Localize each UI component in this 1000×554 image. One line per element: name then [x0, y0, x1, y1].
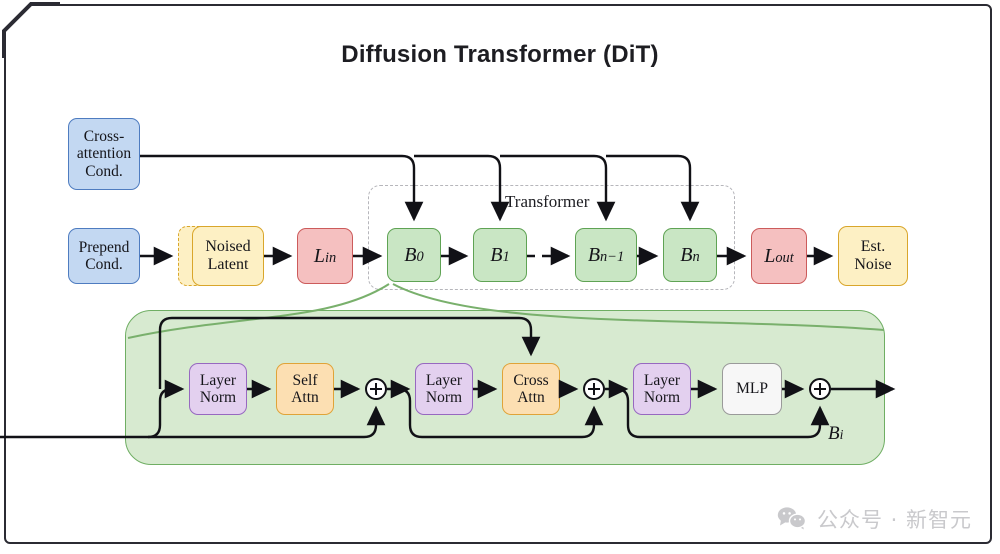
cross-attn-line2: Attn — [517, 389, 545, 406]
node-residual-add-2 — [583, 378, 605, 400]
cross-attention-cond-line1: Cross- — [83, 127, 125, 145]
watermark-text: 公众号 · 新智元 — [816, 508, 972, 532]
node-cross-attention-cond[interactable]: Cross- attention Cond. — [68, 118, 140, 190]
node-layer-norm-3[interactable]: Layer Norm — [633, 363, 691, 415]
watermark: 公众号 · 新智元 — [777, 504, 972, 534]
node-residual-add-1 — [365, 378, 387, 400]
cross-attention-cond-line2: attention — [76, 145, 132, 163]
layer-norm-1-line1: Layer — [199, 371, 237, 389]
layer-norm-3-line2: Norm — [643, 389, 681, 406]
diagram-canvas: Diffusion Transformer (DiT) Cross- atten… — [0, 0, 1000, 554]
block-bn-minus-1-label: Bn−1 — [587, 243, 625, 266]
self-attn-line2: Attn — [291, 389, 319, 406]
transformer-group-label: Transformer — [505, 192, 590, 211]
node-layer-norm-1[interactable]: Layer Norm — [189, 363, 247, 415]
cross-attn-line1: Cross — [513, 371, 549, 389]
node-block-b1[interactable]: B1 — [473, 228, 527, 282]
layer-norm-2-line2: Norm — [425, 389, 463, 406]
node-noised-latent[interactable]: Noised Latent — [192, 226, 264, 286]
l-in-label: Lin — [313, 244, 337, 267]
block-b1-label: B1 — [490, 243, 510, 266]
est-noise-line1: Est. — [860, 238, 886, 256]
wechat-icon — [777, 507, 807, 532]
node-layer-norm-2[interactable]: Layer Norm — [415, 363, 473, 415]
node-block-bn[interactable]: Bn — [663, 228, 717, 282]
noised-latent-line1: Noised — [205, 238, 251, 256]
layer-norm-1-line2: Norm — [199, 389, 237, 406]
cross-attention-cond-line3: Cond. — [85, 162, 123, 180]
node-l-out[interactable]: Lout — [751, 228, 807, 284]
node-block-bn-minus-1[interactable]: Bn−1 — [575, 228, 637, 282]
est-noise-line2: Noise — [854, 256, 892, 273]
node-mlp[interactable]: MLP — [722, 363, 782, 415]
page-title: Diffusion Transformer (DiT) — [341, 41, 659, 68]
self-attn-line1: Self — [292, 371, 318, 389]
node-prepend-cond[interactable]: Prepend Cond. — [68, 228, 140, 284]
prepend-cond-line2: Cond. — [85, 256, 123, 273]
node-est-noise[interactable]: Est. Noise — [838, 226, 908, 286]
block-bn-label: Bn — [680, 243, 700, 266]
node-residual-add-3 — [809, 378, 831, 400]
node-block-b0[interactable]: B0 — [387, 228, 441, 282]
layer-norm-2-line1: Layer — [425, 371, 463, 389]
l-out-label: Lout — [764, 244, 794, 267]
mlp-label: MLP — [736, 380, 768, 398]
layer-norm-3-line1: Layer — [643, 371, 681, 389]
node-self-attn[interactable]: Self Attn — [276, 363, 334, 415]
prepend-cond-line1: Prepend — [78, 238, 130, 256]
node-l-in[interactable]: Lin — [297, 228, 353, 284]
block-b0-label: B0 — [404, 243, 424, 266]
node-cross-attn[interactable]: Cross Attn — [502, 363, 560, 415]
block-detail-label: Bi — [828, 423, 844, 444]
noised-latent-line2: Latent — [207, 256, 249, 273]
